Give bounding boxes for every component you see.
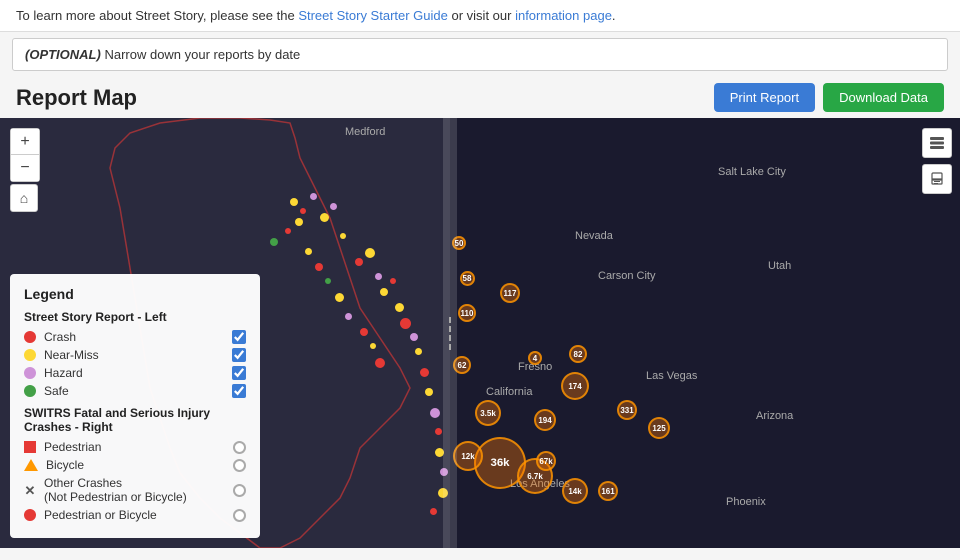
print-map-button[interactable] (922, 164, 952, 194)
hazard-label: Hazard (44, 366, 224, 380)
button-group: Print Report Download Data (714, 83, 944, 112)
legend-section1-title: Street Story Report - Left (24, 310, 246, 324)
other-crashes-radio[interactable] (233, 484, 246, 497)
map-container[interactable]: Medford Salt Lake City Nevada Carson Cit… (0, 118, 960, 548)
topbar-text3: . (612, 8, 616, 23)
pedestrian-label: Pedestrian (44, 440, 225, 454)
safe-checkbox[interactable] (232, 384, 246, 398)
legend-item-safe: Safe (24, 384, 246, 398)
other-crashes-label: Other Crashes(Not Pedestrian or Bicycle) (44, 476, 225, 504)
top-bar: To learn more about Street Story, please… (0, 0, 960, 32)
nearmiss-dot-icon (24, 349, 36, 361)
info-page-link[interactable]: information page (515, 8, 612, 23)
right-controls (922, 128, 952, 194)
bicycle-icon (24, 459, 38, 471)
zoom-in-button[interactable]: + (11, 129, 39, 155)
legend-section2-title: SWITRS Fatal and Serious Injury Crashes … (24, 406, 246, 434)
bicycle-label: Bicycle (46, 458, 225, 472)
crash-label: Crash (44, 330, 224, 344)
zoom-out-button[interactable]: − (11, 155, 39, 181)
crash-checkbox[interactable] (232, 330, 246, 344)
legend-item-crash: Crash (24, 330, 246, 344)
legend-panel: Legend Street Story Report - Left Crash … (10, 274, 260, 538)
map-right (450, 118, 960, 548)
topbar-text1: To learn more about Street Story, please… (16, 8, 298, 23)
map-divider[interactable] (443, 118, 457, 548)
page-title: Report Map (16, 85, 137, 111)
ped-or-bike-label: Pedestrian or Bicycle (44, 508, 225, 522)
hazard-dot-icon (24, 367, 36, 379)
optional-label: (OPTIONAL) (25, 47, 101, 62)
ped-or-bike-radio[interactable] (233, 509, 246, 522)
nearmiss-label: Near-Miss (44, 348, 224, 362)
safe-label: Safe (44, 384, 224, 398)
legend-item-pedestrian: Pedestrian (24, 440, 246, 454)
print-report-button[interactable]: Print Report (714, 83, 815, 112)
bicycle-radio[interactable] (233, 459, 246, 472)
download-data-button[interactable]: Download Data (823, 83, 944, 112)
pedestrian-radio[interactable] (233, 441, 246, 454)
safe-dot-icon (24, 385, 36, 397)
legend-item-other-crashes: ✕ Other Crashes(Not Pedestrian or Bicycl… (24, 476, 246, 504)
crash-dot-icon (24, 331, 36, 343)
date-filter-text: Narrow down your reports by date (104, 47, 300, 62)
legend-item-bicycle: Bicycle (24, 458, 246, 472)
zoom-controls: + − (10, 128, 40, 182)
home-button[interactable]: ⌂ (10, 184, 38, 212)
pedestrian-icon (24, 441, 36, 453)
topbar-text2: or visit our (448, 8, 515, 23)
legend-item-ped-or-bike: Pedestrian or Bicycle (24, 508, 246, 522)
legend-item-nearmiss: Near-Miss (24, 348, 246, 362)
legend-title: Legend (24, 286, 246, 302)
ped-or-bike-icon (24, 509, 36, 521)
divider-handle (449, 317, 451, 350)
other-crashes-icon: ✕ (24, 484, 36, 496)
report-header: Report Map Print Report Download Data (0, 77, 960, 118)
date-filter-bar: (OPTIONAL) Narrow down your reports by d… (12, 38, 948, 71)
starter-guide-link[interactable]: Street Story Starter Guide (298, 8, 448, 23)
nearmiss-checkbox[interactable] (232, 348, 246, 362)
layers-button[interactable] (922, 128, 952, 158)
legend-item-hazard: Hazard (24, 366, 246, 380)
hazard-checkbox[interactable] (232, 366, 246, 380)
